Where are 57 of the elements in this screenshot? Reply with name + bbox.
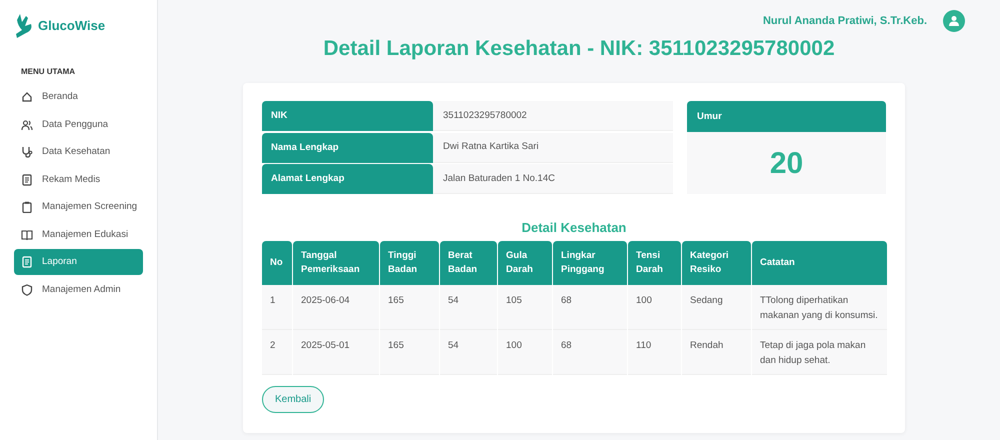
field-label: Alamat Lengkap <box>262 164 433 194</box>
section-title: Detail Kesehatan <box>520 218 628 237</box>
table-cell: 165 <box>380 330 439 376</box>
table-cell: 2 <box>262 330 292 376</box>
field-label: NIK <box>262 101 433 132</box>
user-name: Nurul Ananda Pratiwi, S.Tr.Keb. <box>762 14 927 29</box>
table-cell: 2025-06-04 <box>293 285 379 330</box>
table-cell: 165 <box>380 285 439 330</box>
column-header: Catatan <box>752 241 887 286</box>
column-header: Tanggal Pemeriksaan <box>293 241 379 286</box>
sidebar-item[interactable]: Data Kesehatan <box>14 139 143 165</box>
sidebar-item[interactable]: Rekam Medis <box>14 166 143 192</box>
table-cell: 105 <box>498 285 552 330</box>
user-avatar-icon[interactable] <box>943 10 965 32</box>
age-label: Umur <box>687 101 886 132</box>
table-cell: 68 <box>553 285 627 330</box>
table-cell: 54 <box>440 285 497 330</box>
column-header: Tensi Darah <box>628 241 681 286</box>
table-cell: TTolong diperhatikan makanan yang di konsumsi. <box>752 285 887 330</box>
column-header: Lingkar Pinggang <box>553 241 627 286</box>
column-header: Kategori Resiko <box>682 241 751 286</box>
column-header: No <box>262 241 292 286</box>
book-icon <box>21 228 33 240</box>
field-value: Jalan Baturaden 1 No.14C <box>433 164 673 194</box>
sidebar-item[interactable]: Manajemen Admin <box>14 276 143 302</box>
document-icon <box>21 174 33 186</box>
table-cell: 2025-05-01 <box>293 330 379 376</box>
field-value: Dwi Ratna Kartika Sari <box>433 132 673 163</box>
stethoscope-icon <box>21 146 33 158</box>
sidebar-item[interactable]: Manajemen Edukasi <box>14 222 143 248</box>
field-label: Nama Lengkap <box>262 132 433 163</box>
table-cell: Sedang <box>682 285 751 330</box>
table-cell: 110 <box>628 330 681 376</box>
column-header: Tinggi Badan <box>380 241 439 286</box>
age-value: 20 <box>687 132 886 194</box>
logo-icon <box>14 12 34 40</box>
document-icon <box>21 256 33 268</box>
table-cell: Rendah <box>682 330 751 376</box>
menu-heading: MENU UTAMA <box>21 66 76 78</box>
column-header: Gula Darah <box>498 241 552 286</box>
table-cell: 54 <box>440 330 497 376</box>
shield-icon <box>21 284 33 296</box>
table-cell: 1 <box>262 285 292 330</box>
table-cell: 68 <box>553 330 627 376</box>
brand-name: GlucoWise <box>38 17 106 36</box>
table-cell: 100 <box>628 285 681 330</box>
sidebar-item[interactable]: Data Pengguna <box>14 112 143 138</box>
users-icon <box>21 118 33 130</box>
clipboard-icon <box>21 201 33 213</box>
table-cell: 100 <box>498 330 552 376</box>
field-value: 3511023295780002 <box>433 101 673 132</box>
sidebar-item[interactable]: Manajemen Screening <box>14 194 143 220</box>
home-icon <box>21 91 33 103</box>
table-cell: Tetap di jaga pola makan dan hidup sehat. <box>752 330 887 376</box>
sidebar-item[interactable]: Beranda <box>14 84 143 110</box>
column-header: Berat Badan <box>440 241 497 286</box>
page-title: Detail Laporan Kesehatan - NIK: 3511023295780002 <box>322 36 836 62</box>
